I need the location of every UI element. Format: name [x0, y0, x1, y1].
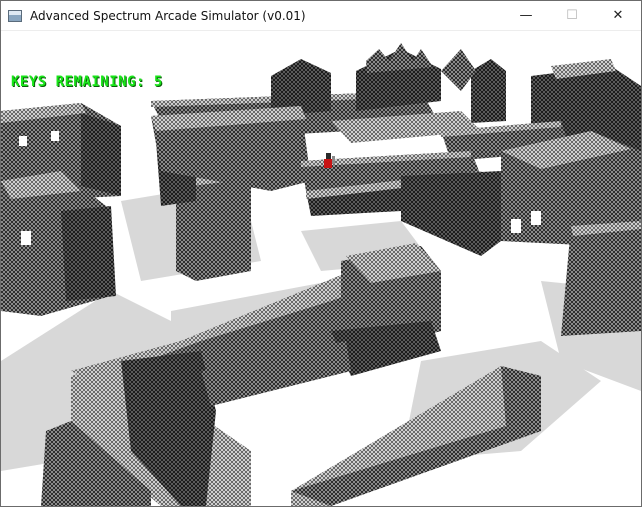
close-button[interactable]: ✕ — [595, 1, 641, 30]
game-viewport[interactable]: KEYS REMAINING: 5 — [1, 31, 641, 506]
minimize-button[interactable]: — — [503, 1, 549, 30]
keys-remaining-counter: KEYS REMAINING: 5 — [11, 74, 163, 90]
app-window-icon — [8, 9, 22, 22]
title-bar[interactable]: Advanced Spectrum Arcade Simulator (v0.0… — [1, 1, 641, 31]
window-title: Advanced Spectrum Arcade Simulator (v0.0… — [30, 8, 306, 23]
window-controls: — ☐ ✕ — [503, 1, 641, 30]
game-scene — [1, 43, 641, 506]
game-window: Advanced Spectrum Arcade Simulator (v0.0… — [0, 0, 642, 507]
maximize-button[interactable]: ☐ — [549, 1, 595, 30]
